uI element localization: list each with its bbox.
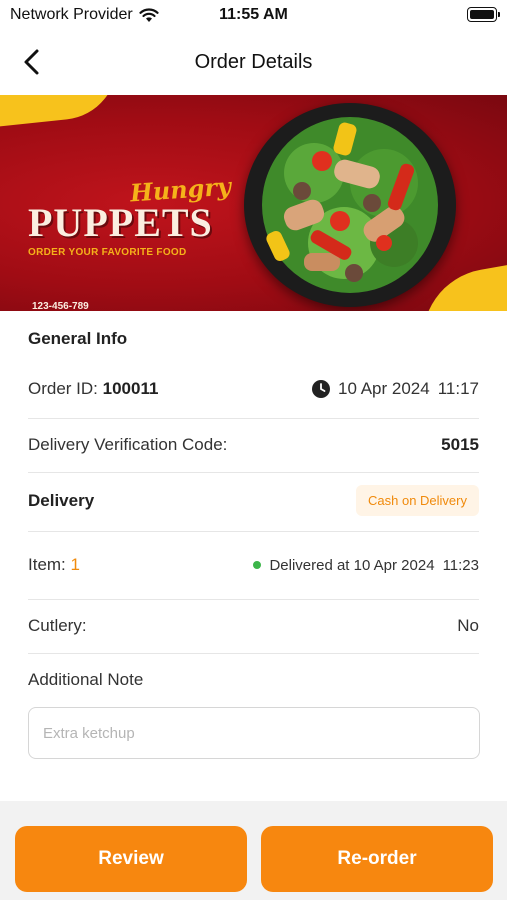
status-dot-icon	[253, 561, 262, 569]
order-datetime: 10 Apr 2024 11:17	[312, 379, 479, 399]
restaurant-banner: Hungry PUPPETS ORDER YOUR FAVORITE FOOD …	[0, 95, 507, 311]
additional-note-label: Additional Note	[28, 670, 144, 689]
order-id-label: Order ID:	[28, 379, 98, 398]
divider	[28, 531, 479, 532]
cutlery-value: No	[457, 616, 479, 635]
order-details-content: General Info Order ID: 100011 10 Apr 202…	[0, 311, 507, 801]
delivery-status: Delivered at 10 Apr 2024 11:23	[253, 557, 479, 574]
brand-name: PUPPETS	[28, 200, 213, 245]
verification-label: Delivery Verification Code:	[28, 435, 228, 454]
item-label: Item:	[28, 555, 66, 574]
delivery-status-text: Delivered at 10 Apr 2024	[269, 556, 435, 574]
cutlery-row: Cutlery: No	[28, 616, 479, 636]
item-count: 1	[70, 555, 80, 574]
food-plate-image	[244, 103, 456, 307]
brand-phone: 123-456-789	[32, 301, 89, 311]
order-id-value: 100011	[102, 379, 159, 398]
order-id-row: Order ID: 100011 10 Apr 2024 11:17	[28, 379, 479, 399]
status-time: 11:55 AM	[219, 6, 288, 23]
divider	[28, 599, 479, 600]
delivery-title: Delivery	[28, 490, 95, 510]
general-info-title: General Info	[28, 329, 128, 348]
item-row: Item: 1 Delivered at 10 Apr 2024 11:23	[28, 555, 479, 575]
clock-icon	[312, 380, 331, 398]
order-id-group: Order ID: 100011	[28, 379, 158, 399]
page-title: Order Details	[194, 51, 313, 73]
payment-method-badge: Cash on Delivery	[356, 485, 479, 516]
reorder-button[interactable]: Re-order	[261, 826, 493, 892]
divider	[28, 418, 479, 419]
action-footer: Review Re-order	[0, 801, 507, 900]
divider	[28, 653, 479, 654]
banner-decoration	[0, 95, 123, 129]
battery-level	[470, 10, 494, 19]
order-time: 11:17	[437, 379, 479, 398]
verification-row: Delivery Verification Code: 5015	[28, 435, 479, 455]
verification-code: 5015	[441, 435, 479, 454]
item-group: Item: 1	[28, 555, 80, 575]
salad-illustration	[262, 117, 438, 293]
delivery-status-time: 11:23	[442, 556, 479, 574]
brand-tagline: ORDER YOUR FAVORITE FOOD	[28, 247, 187, 258]
cutlery-label: Cutlery:	[28, 616, 87, 635]
status-bar: Network Provider 11:55 AM	[0, 0, 507, 30]
app-header: Order Details	[0, 30, 507, 94]
additional-note-input[interactable]	[28, 707, 480, 759]
battery-icon	[467, 7, 500, 22]
divider	[28, 472, 479, 473]
delivery-row: Delivery Cash on Delivery	[28, 485, 479, 516]
order-date: 10 Apr 2024	[338, 379, 430, 398]
review-button[interactable]: Review	[15, 826, 247, 892]
